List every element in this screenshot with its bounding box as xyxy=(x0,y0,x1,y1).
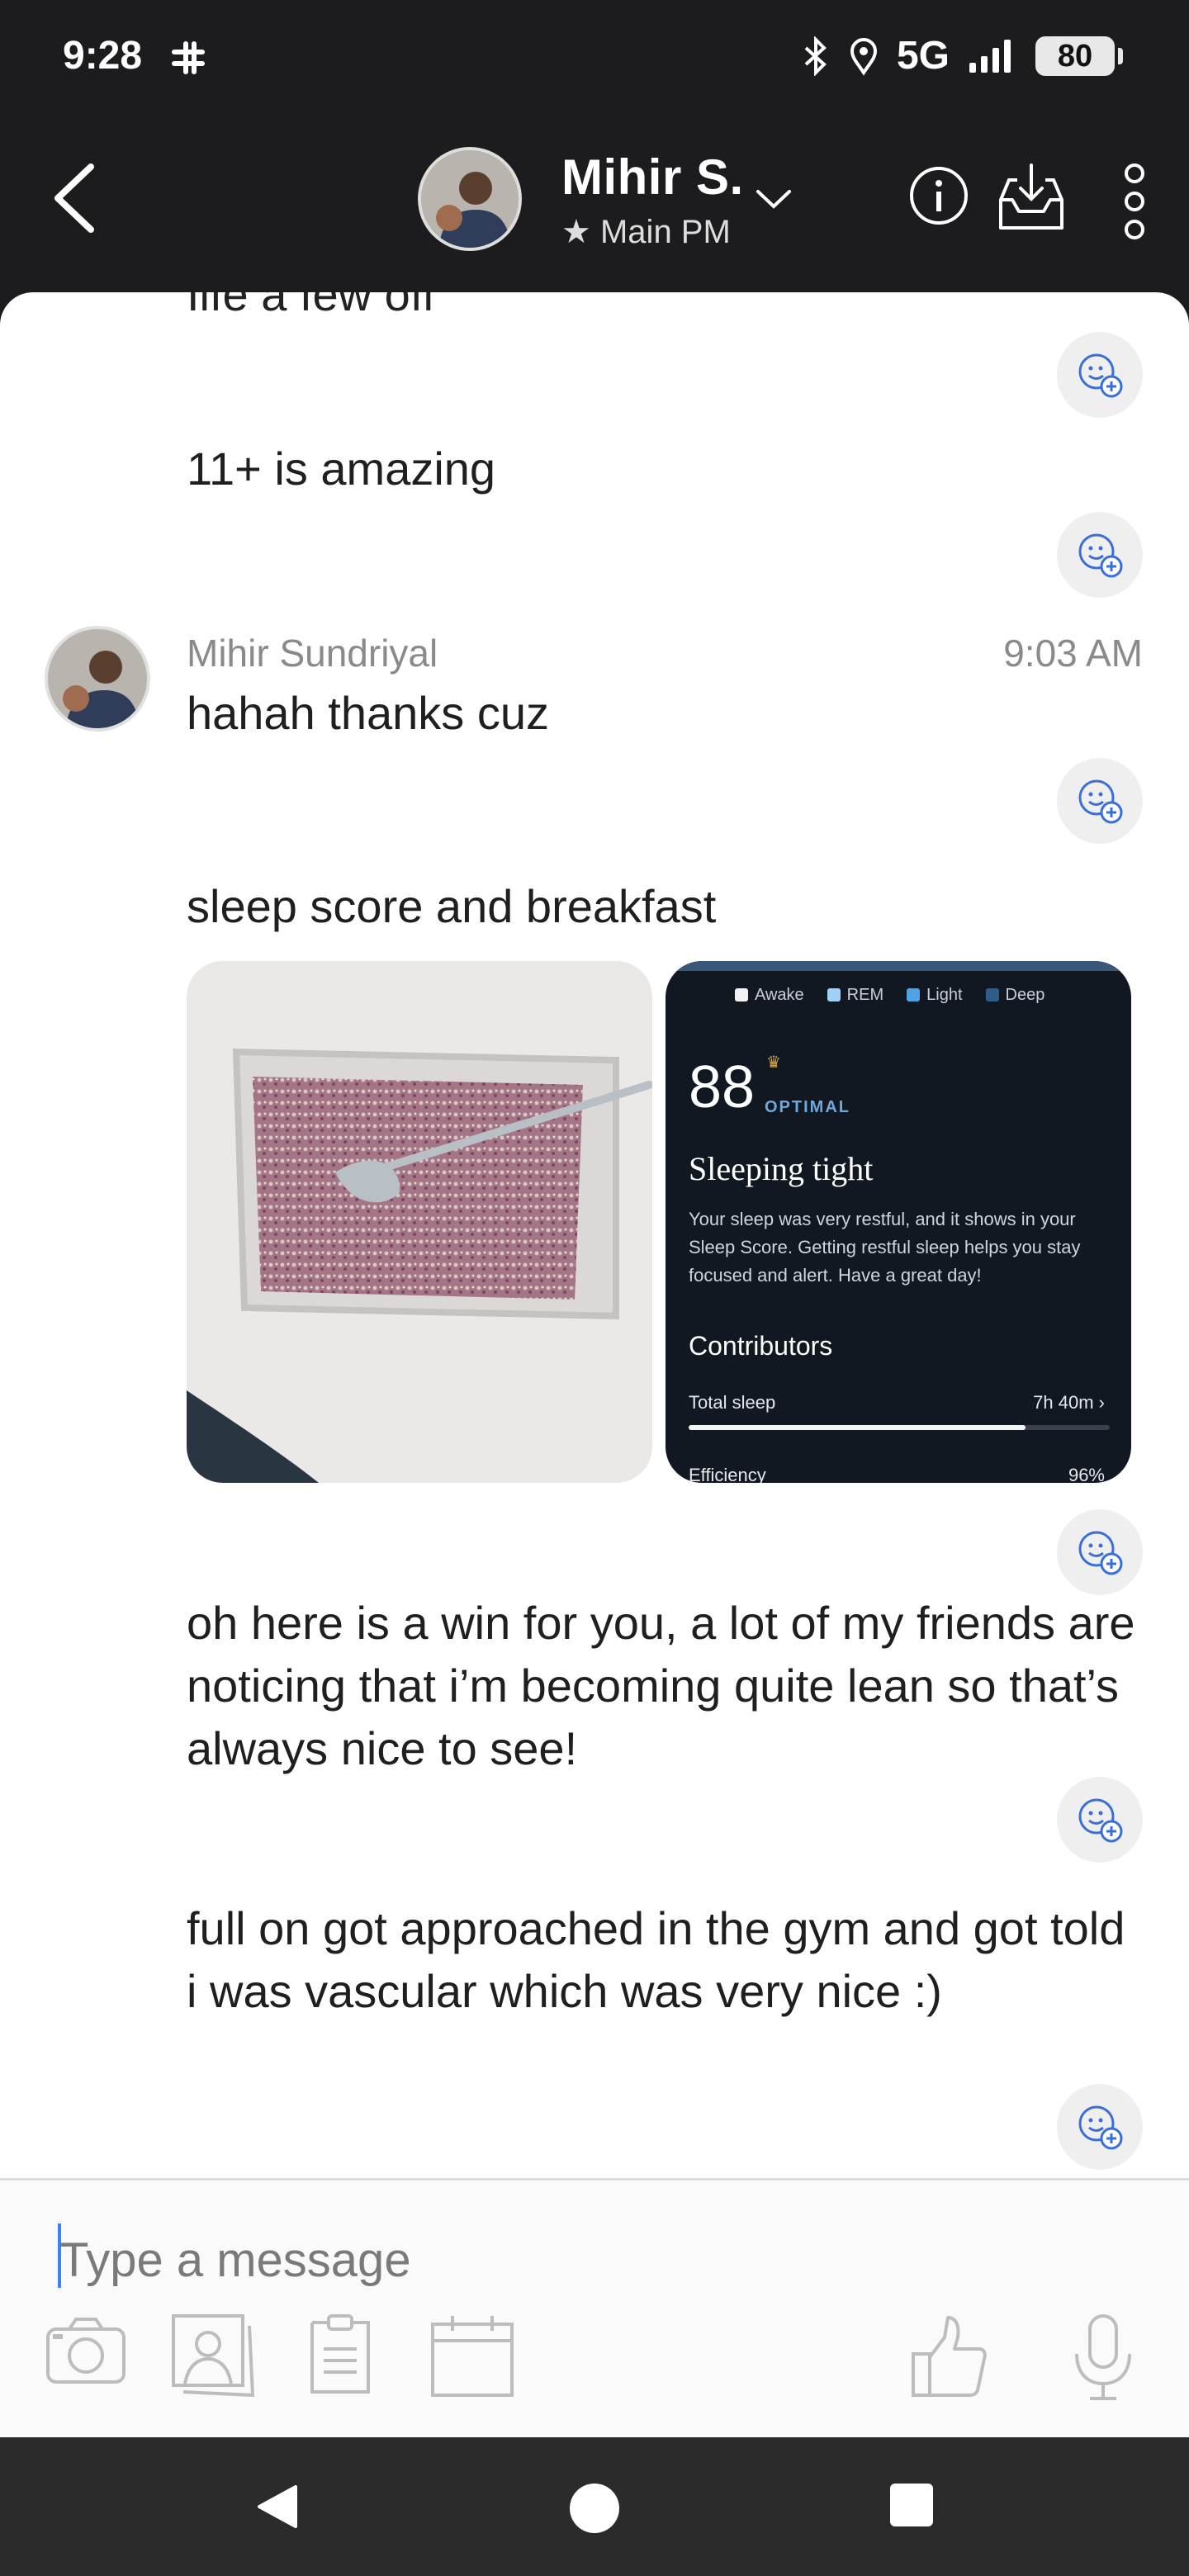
sleep-title: Sleeping tight xyxy=(689,1150,874,1187)
chat-header: Mihir S. ★ Main PM xyxy=(0,116,1189,297)
status-time: 9:28 xyxy=(63,34,143,78)
message-text-partial: Ilfe a few off xyxy=(187,292,435,320)
message-composer xyxy=(0,2178,1189,2437)
nav-recents-icon[interactable] xyxy=(888,2482,935,2528)
legend-item: REM xyxy=(827,986,883,1005)
add-reaction-icon xyxy=(1078,2105,1123,2150)
contact-name[interactable]: Mihir S. xyxy=(561,149,744,206)
legend-item: Light xyxy=(907,986,963,1005)
back-button[interactable] xyxy=(41,157,107,239)
add-reaction-icon xyxy=(1078,1798,1123,1843)
sleep-legend: Awake REM Light Deep xyxy=(735,986,1045,1005)
inbox-download-icon[interactable] xyxy=(996,162,1067,233)
add-reaction-button[interactable] xyxy=(1057,512,1143,598)
crown-icon: ♛ xyxy=(766,1054,781,1072)
slack-icon xyxy=(172,41,205,74)
total-sleep-label: Total sleep xyxy=(689,1392,776,1413)
avatar-photo xyxy=(48,629,147,728)
breakfast-image xyxy=(187,961,652,1483)
sleep-score-screenshot[interactable]: Awake REM Light Deep 88 ♛ OPTIMAL Sleepi… xyxy=(666,961,1131,1483)
legend-item: Awake xyxy=(735,986,804,1005)
sleep-chart-strip xyxy=(666,961,1131,971)
nav-home-icon[interactable] xyxy=(568,2482,621,2535)
add-reaction-icon xyxy=(1078,533,1123,578)
camera-icon[interactable] xyxy=(45,2313,127,2387)
score-label: OPTIMAL xyxy=(765,1098,850,1116)
calendar-icon[interactable] xyxy=(429,2313,515,2398)
battery-icon: 80 xyxy=(1035,36,1123,76)
add-reaction-button[interactable] xyxy=(1057,758,1143,844)
sleep-description: Your sleep was very restful, and it show… xyxy=(689,1209,1081,1286)
legend-swatch xyxy=(907,988,921,1002)
message-text: full on got approached in the gym and go… xyxy=(187,1902,1125,2017)
add-reaction-icon xyxy=(1078,353,1123,398)
avatar[interactable] xyxy=(418,147,522,251)
network-type: 5G xyxy=(896,34,950,78)
location-icon xyxy=(850,37,877,76)
add-reaction-button[interactable] xyxy=(1057,1509,1143,1595)
star-icon: ★ xyxy=(561,214,600,250)
add-reaction-button[interactable] xyxy=(1057,332,1143,418)
sender-name: Mihir Sundriyal xyxy=(187,632,438,675)
chevron-right-icon: › xyxy=(1098,1392,1105,1413)
thumbs-up-icon[interactable] xyxy=(908,2313,988,2398)
nav-back-icon[interactable] xyxy=(253,2482,302,2531)
sleep-score: 88 xyxy=(689,1054,756,1120)
chevron-down-icon[interactable] xyxy=(753,182,794,215)
efficiency-value: 96% xyxy=(1068,1465,1105,1483)
signal-icon xyxy=(969,39,1011,73)
status-bar: 9:28 5G 80 xyxy=(0,0,1189,116)
bluetooth-icon xyxy=(804,36,827,76)
photo-gallery-icon[interactable] xyxy=(170,2313,256,2398)
total-sleep-value: 7h 40m › xyxy=(1033,1392,1105,1413)
message-text: sleep score and breakfast xyxy=(187,880,717,932)
info-icon[interactable] xyxy=(908,165,969,226)
contact-subtitle: ★ Main PM xyxy=(561,214,731,250)
add-reaction-button[interactable] xyxy=(1057,1777,1143,1863)
message-text: oh here is a win for you, a lot of my fr… xyxy=(187,1597,1135,1774)
add-reaction-icon xyxy=(1078,1531,1123,1575)
message-timestamp: 9:03 AM xyxy=(1003,632,1143,675)
legend-item: Deep xyxy=(985,986,1045,1005)
message-input[interactable] xyxy=(59,2227,1133,2293)
efficiency-label: Efficiency xyxy=(689,1465,766,1483)
contributors-heading: Contributors xyxy=(689,1331,833,1361)
document-icon[interactable] xyxy=(309,2313,372,2395)
breakfast-photo[interactable] xyxy=(187,961,652,1483)
more-options-icon[interactable] xyxy=(1118,162,1151,241)
legend-swatch xyxy=(735,988,748,1002)
chat-messages[interactable]: Ilfe a few off 11+ is amazing Mihir Sund… xyxy=(0,292,1189,2178)
microphone-icon[interactable] xyxy=(1070,2313,1136,2403)
legend-swatch xyxy=(827,988,841,1002)
system-navigation-bar xyxy=(0,2437,1189,2576)
total-sleep-bar-fill xyxy=(689,1425,1026,1430)
add-reaction-button[interactable] xyxy=(1057,2084,1143,2170)
message-text: hahah thanks cuz xyxy=(187,687,549,739)
message-text: 11+ is amazing xyxy=(187,443,496,495)
legend-swatch xyxy=(985,988,999,1002)
add-reaction-icon xyxy=(1078,779,1123,824)
sender-avatar[interactable] xyxy=(45,626,150,732)
avatar-photo xyxy=(421,150,519,248)
total-sleep-bar xyxy=(689,1425,1110,1430)
